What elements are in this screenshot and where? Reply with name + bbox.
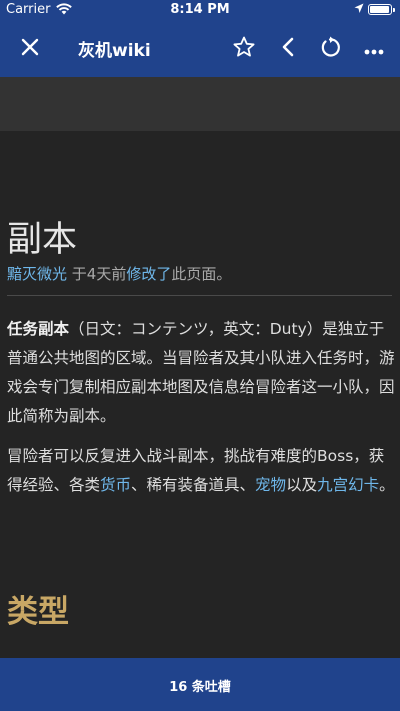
refresh-button[interactable] [315,34,345,64]
battery-level [370,6,389,13]
battery-icon [368,4,395,15]
edit-diff-link[interactable]: 修改了 [126,265,171,283]
location-arrow-icon [354,3,364,18]
article-content[interactable]: 副本 黯灭微光 于4天前修改了此页面。 任务副本（日文：コンテンツ，英文：Dut… [0,131,400,658]
divider [7,295,392,296]
section-heading-types: 类型 [7,594,69,630]
navigation-bar: 灰机wiki [0,20,400,77]
body-text-3: 以及 [286,476,318,494]
app-screen: Carrier 8:14 PM 灰机wiki 副本 黯灭微光 于4天前修改了此页… [0,0,400,711]
favorite-button[interactable] [229,34,259,64]
back-chevron-icon [281,37,295,61]
close-icon [21,38,39,60]
page-header-banner [0,77,400,131]
comments-bar[interactable]: 16 条吐槽 [0,658,400,711]
term-bold: 任务副本 [7,320,70,338]
page-title: 副本 [7,220,78,260]
refresh-icon [319,36,341,62]
close-button[interactable] [15,34,45,64]
author-link[interactable]: 黯灭微光 [7,265,67,283]
revision-time: 于4天前 [67,265,127,283]
clock: 8:14 PM [170,2,230,17]
intro-paragraph: 任务副本（日文：コンテンツ，英文：Duty）是独立于普通公共地图的区域。当冒险者… [7,315,395,431]
more-button[interactable] [359,34,389,64]
more-icon [364,40,384,59]
comments-count-label: 16 条吐槽 [169,680,231,695]
status-bar: Carrier 8:14 PM [0,0,400,20]
body-text-4: 。 [379,476,395,494]
body-text-2: 、稀有装备道具、 [131,476,256,494]
currency-link[interactable]: 货币 [100,476,131,494]
back-button[interactable] [273,34,303,64]
triple-triad-link[interactable]: 九宫幻卡 [317,476,379,494]
revision-suffix: 此页面。 [171,265,232,283]
pet-link[interactable]: 宠物 [255,476,286,494]
revision-info: 黯灭微光 于4天前修改了此页面。 [7,263,231,284]
star-icon [233,36,255,62]
body-paragraph: 冒险者可以反复进入战斗副本，挑战有难度的Boss，获得经验、各类货币、稀有装备道… [7,442,395,500]
app-title: 灰机wiki [78,41,151,61]
